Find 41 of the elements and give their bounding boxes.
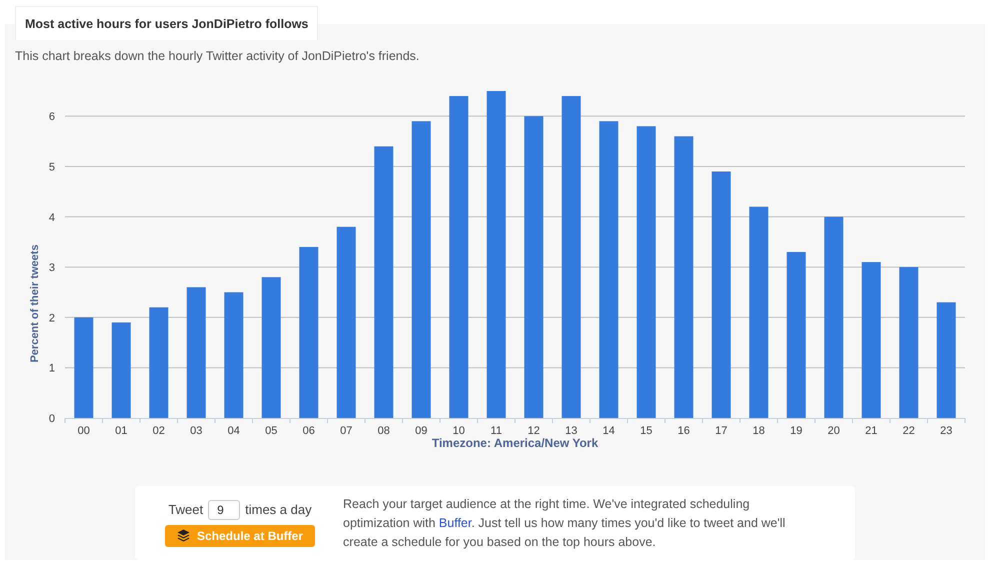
x-tick-label: 22 xyxy=(902,425,915,437)
y-tick-label: 0 xyxy=(48,413,55,425)
y-axis-title: Percent of their tweets xyxy=(29,244,41,363)
y-tick-label: 2 xyxy=(48,312,55,324)
x-tick-label: 09 xyxy=(415,425,428,437)
x-tick-label: 20 xyxy=(828,425,840,437)
x-tick-label: 11 xyxy=(490,425,502,437)
x-tick-label: 23 xyxy=(940,425,952,437)
y-tick-label: 5 xyxy=(48,161,55,174)
x-tick-label: 06 xyxy=(302,425,315,437)
y-tick-label: 4 xyxy=(48,212,55,224)
chart-tab[interactable]: Most active hours for users JonDiPietro follows xyxy=(15,6,318,40)
x-tick-label: 12 xyxy=(528,425,540,437)
y-tick-label: 1 xyxy=(48,362,55,375)
layers-icon xyxy=(177,529,190,542)
x-axis-title: Timezone: America/New York xyxy=(432,436,598,450)
x-tick-label: 15 xyxy=(640,425,652,437)
x-tick-label: 14 xyxy=(602,425,615,437)
intro-text: This chart breaks down the hourly Twitter activity of JonDiPietro's friends. xyxy=(15,49,420,63)
x-tick-label: 04 xyxy=(228,425,240,437)
x-tick-label: 00 xyxy=(78,425,90,437)
x-tick-label: 07 xyxy=(340,425,352,437)
x-tick-label: 10 xyxy=(452,425,465,437)
y-tick-label: 6 xyxy=(48,111,55,124)
x-tick-label: 19 xyxy=(790,425,802,437)
x-tick-label: 01 xyxy=(115,425,128,437)
x-tick-label: 02 xyxy=(152,425,165,437)
x-tick-label: 18 xyxy=(752,425,765,437)
y-tick-label: 3 xyxy=(48,262,55,274)
x-tick-label: 03 xyxy=(190,425,202,437)
tweet-label: Tweet xyxy=(168,502,204,517)
x-tick-label: 08 xyxy=(378,425,390,437)
count-field[interactable]: 9 xyxy=(208,500,240,520)
x-tick-label: 05 xyxy=(265,425,278,437)
x-tick-label: 16 xyxy=(678,425,690,437)
x-tick-label: 21 xyxy=(865,425,878,437)
x-tick-label: 13 xyxy=(565,425,578,437)
frequency-label: times a day xyxy=(245,502,312,517)
buffer-link[interactable]: Buffer xyxy=(438,516,472,530)
x-tick-label: 17 xyxy=(715,425,728,437)
description-text: Reach your target audience at the right time. We've integrated scheduling optimization with Buffer. Just tell us how many times you'd like to tweet and we'll create a schedule for you based on the top hours above. xyxy=(343,496,786,551)
